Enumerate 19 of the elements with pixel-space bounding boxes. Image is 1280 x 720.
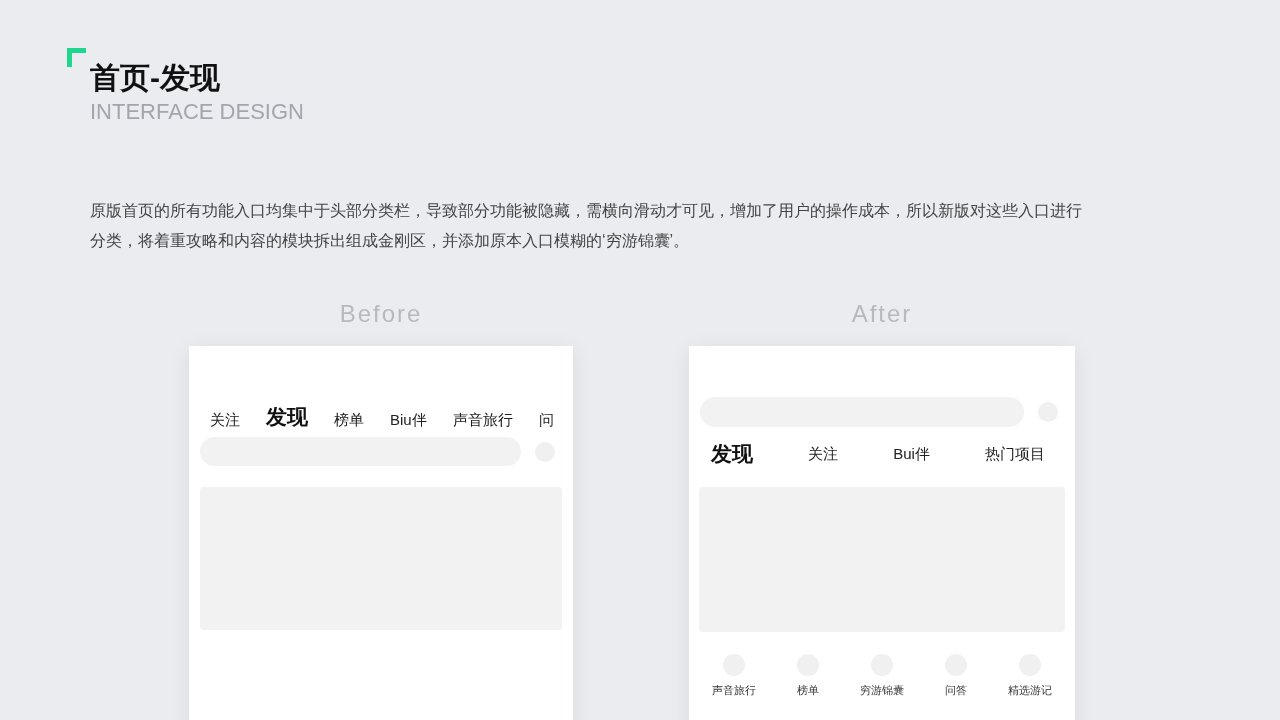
category-tab[interactable]: 榜单 — [334, 412, 364, 427]
shortcut-label[interactable]: 穷游锦囊 — [860, 683, 904, 697]
shortcut-label[interactable]: 声音旅行 — [712, 683, 756, 697]
shortcut-label[interactable]: 精选游记 — [1008, 683, 1052, 697]
description-text: 原版首页的所有功能入口均集中于头部分类栏，导致部分功能被隐藏，需横向滑动才可见，增加了用户的操作成本，所以新版对这些入口进行分类，将着重攻略和内容的模块拆出组成金刚区，并添加原本入口模糊的‘穷游锦囊’。 — [90, 201, 1083, 251]
shortcut-label[interactable]: 问答 — [945, 683, 967, 697]
category-tab[interactable]: 问 — [538, 412, 554, 427]
category-tab[interactable]: Biu伴 — [390, 412, 427, 427]
category-tab[interactable]: 热门项目 — [984, 445, 1045, 461]
page-title: 首页-发现 — [90, 60, 221, 96]
page-subtitle: INTERFACE DESIGN — [90, 98, 305, 126]
category-tab[interactable]: 发现 — [266, 406, 308, 427]
category-tab[interactable]: Bui伴 — [893, 445, 930, 461]
category-tab[interactable]: 发现 — [711, 442, 753, 464]
category-tab[interactable]: 关注 — [210, 412, 240, 427]
category-tab[interactable]: 声音旅行 — [452, 412, 513, 427]
category-tab[interactable]: 关注 — [808, 445, 839, 461]
shortcut-label[interactable]: 榜单 — [797, 683, 819, 697]
corner-mark-icon — [67, 48, 86, 67]
